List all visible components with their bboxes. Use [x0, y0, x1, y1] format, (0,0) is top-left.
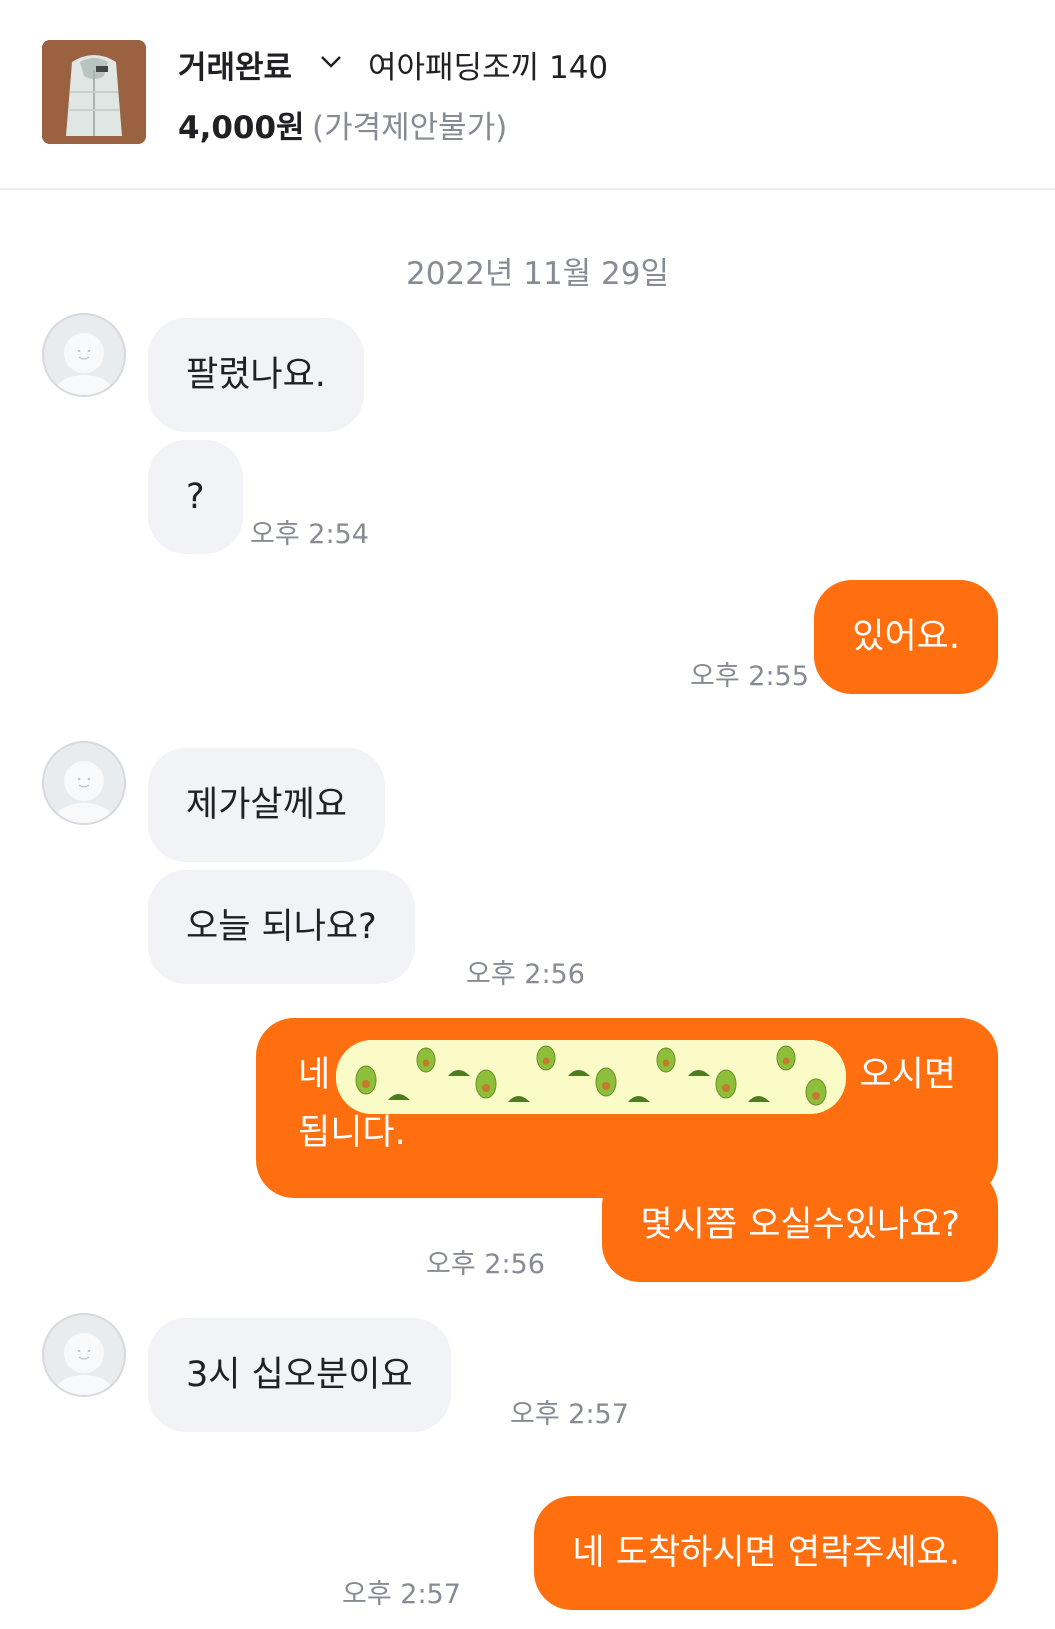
default-profile-icon	[52, 333, 116, 395]
product-title: 여아패딩조끼 140	[368, 50, 609, 86]
message-bubble-incoming: 오늘 되나요?	[148, 870, 415, 984]
message-time: 오후 2:57	[510, 1399, 629, 1430]
message-bubble-outgoing: 네 도착하시면 연락주세요.	[534, 1496, 998, 1610]
avatar[interactable]	[42, 313, 126, 397]
message-bubble-incoming: 팔렸나요.	[148, 318, 364, 432]
message-line-1-start: 네	[298, 1055, 331, 1095]
redaction-sticker	[336, 1040, 846, 1114]
message-time: 오후 2:54	[250, 519, 369, 550]
product-thumbnail[interactable]	[42, 40, 146, 144]
product-price: 4,000원	[178, 110, 305, 146]
message-time: 오후 2:56	[466, 959, 585, 990]
chevron-down-icon[interactable]	[320, 54, 342, 73]
message-bubble-outgoing: 있어요.	[814, 580, 998, 694]
default-profile-icon	[52, 1333, 116, 1395]
message-time: 오후 2:55	[690, 661, 809, 692]
trade-status[interactable]: 거래완료	[178, 42, 292, 87]
avatar[interactable]	[42, 1313, 126, 1397]
message-time: 오후 2:57	[342, 1579, 461, 1610]
product-header: 거래완료 여아패딩조끼 140 4,000원 (가격제안불가)	[0, 0, 1055, 190]
message-bubble-incoming: 제가살께요	[148, 748, 386, 862]
message-time: 오후 2:56	[426, 1249, 545, 1280]
date-divider: 2022년 11월 29일	[405, 256, 670, 292]
message-bubble-incoming: ?	[148, 440, 243, 554]
message-bubble-incoming: 3시 십오분이요	[148, 1318, 451, 1432]
price-offer-note: (가격제안불가)	[312, 110, 508, 146]
default-profile-icon	[52, 761, 116, 823]
message-line-1-end: 오시면	[859, 1055, 956, 1095]
avatar[interactable]	[42, 741, 126, 825]
message-bubble-outgoing: 몇시쯤 오실수있나요?	[602, 1168, 998, 1282]
